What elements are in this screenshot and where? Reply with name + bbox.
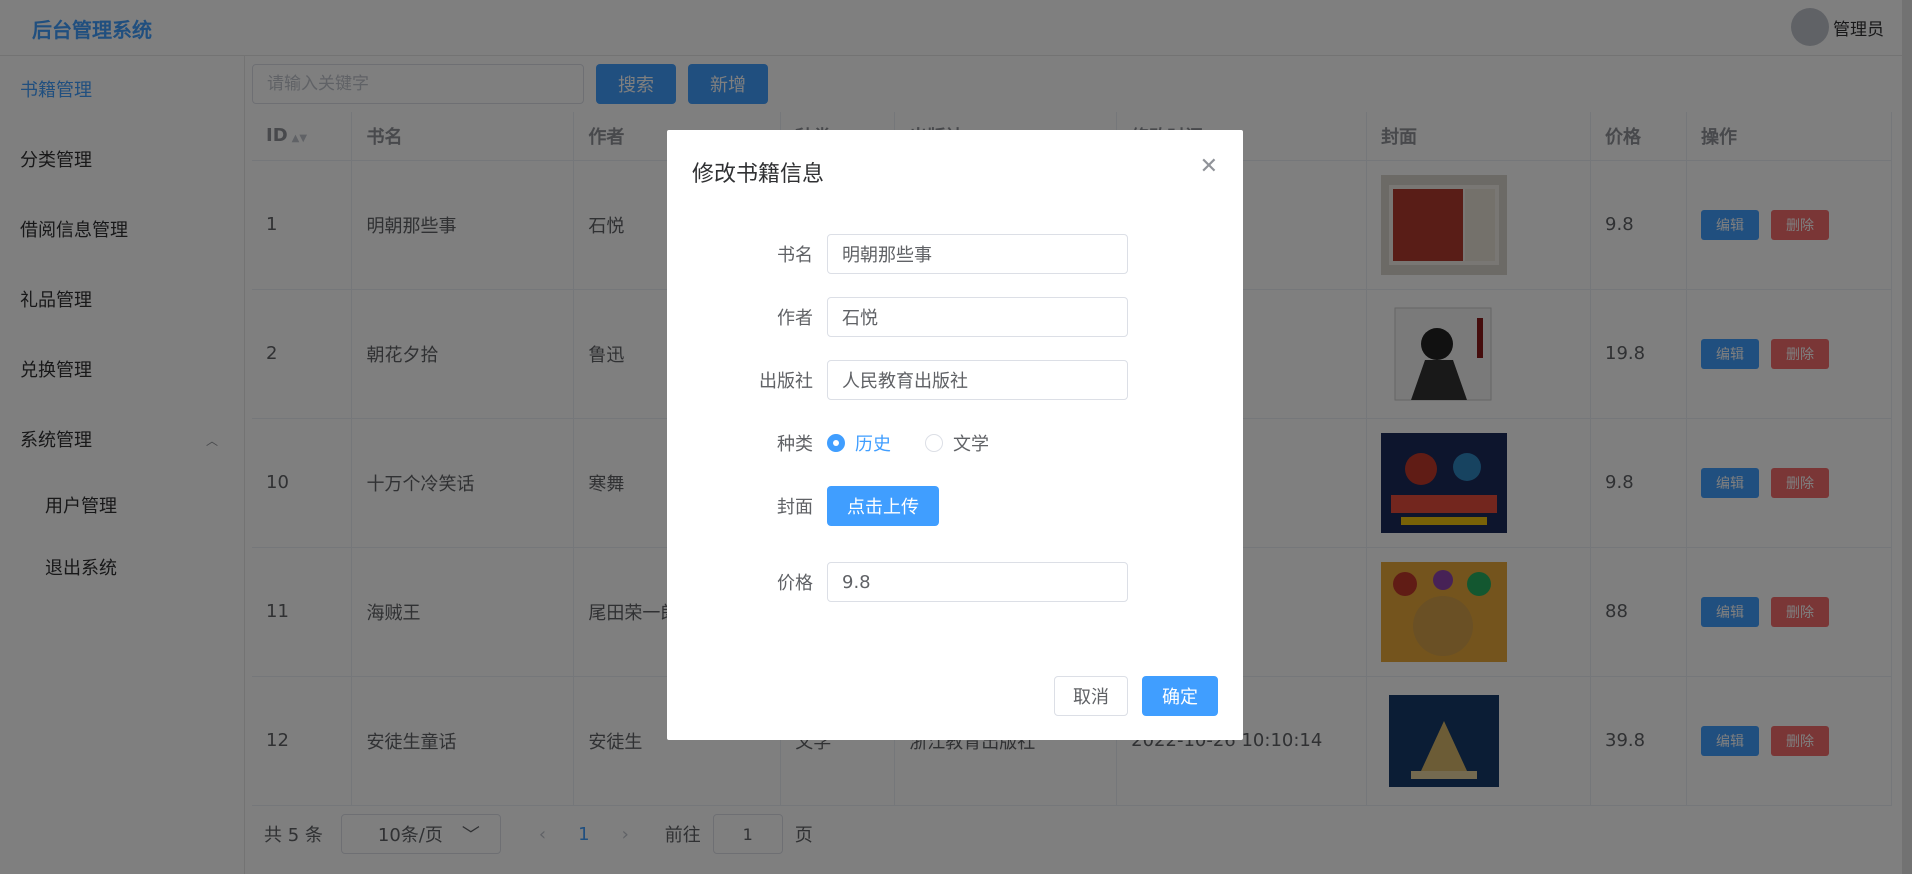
form-row-author: 作者	[667, 297, 1243, 337]
radio-unchecked-icon	[925, 434, 943, 452]
form-row-name: 书名	[667, 234, 1243, 274]
confirm-button[interactable]: 确定	[1142, 676, 1218, 716]
type-radio-literature[interactable]: 文学	[925, 430, 989, 456]
name-label: 书名	[777, 245, 813, 266]
dialog-footer: 取消 确定	[1054, 676, 1218, 716]
publisher-field[interactable]	[827, 360, 1128, 400]
name-field[interactable]	[827, 234, 1128, 274]
form-row-price: 价格	[667, 562, 1243, 602]
price-label: 价格	[777, 573, 813, 594]
radio-label: 文学	[953, 434, 989, 455]
cancel-button[interactable]: 取消	[1054, 676, 1128, 716]
publisher-label: 出版社	[759, 371, 813, 392]
radio-label: 历史	[855, 434, 891, 455]
radio-checked-icon	[827, 434, 845, 452]
price-field[interactable]	[827, 562, 1128, 602]
type-label: 种类	[777, 434, 813, 455]
dialog-title: 修改书籍信息	[692, 162, 825, 187]
author-field[interactable]	[827, 297, 1128, 337]
form-row-publisher: 出版社	[667, 360, 1243, 400]
type-radio-history[interactable]: 历史	[827, 430, 891, 456]
form-row-type: 种类 历史 文学	[667, 423, 1243, 463]
author-label: 作者	[777, 308, 813, 329]
edit-book-dialog: 修改书籍信息 ✕ 书名 作者 出版社 种类 历史 文学 封面 点击上传 价格 取…	[667, 130, 1243, 740]
cover-label: 封面	[777, 497, 813, 518]
close-icon[interactable]: ✕	[1200, 154, 1218, 179]
form-row-cover: 封面 点击上传	[667, 486, 1243, 526]
upload-button[interactable]: 点击上传	[827, 486, 939, 526]
